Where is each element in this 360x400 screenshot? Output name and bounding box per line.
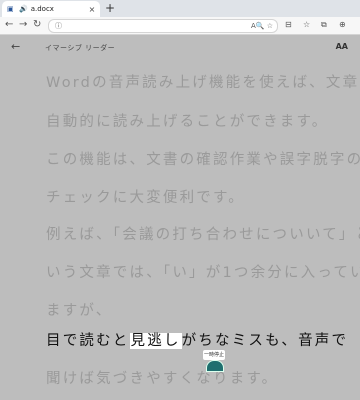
close-tab-icon[interactable]: × — [87, 5, 97, 14]
reader-line: 聞けば気づきやすくなります。 — [46, 371, 279, 387]
tab-strip: ▣ 🔊 a.docx × + — [0, 0, 360, 18]
reader-line: この機能は、文書の確認作業や誤字脱字の — [46, 152, 360, 168]
reader-line: チェックに大変便利です。 — [46, 190, 245, 206]
extensions-icon[interactable]: ⊕ — [339, 19, 346, 31]
tab-title: a.docx — [30, 5, 54, 13]
word-doc-icon: ▣ — [7, 5, 14, 13]
immersive-reader: ← イマーシブ リーダー AA Wordの音声読み上げ機能を使えば、文章を 自動… — [0, 35, 360, 400]
read-aloud-and-favorite-icons[interactable]: A🔍 ☆ — [251, 20, 273, 32]
back-button[interactable]: ← — [5, 19, 13, 31]
address-bar[interactable]: ⓘ A🔍 ☆ — [48, 19, 278, 33]
active-line-after: がちなミスも、音声で — [181, 333, 349, 349]
reader-line: 例えば、「会議の打ち合わせについいて」と — [46, 227, 360, 243]
favorites-icon[interactable]: ☆ — [303, 19, 310, 31]
collections-icon[interactable]: ⧉ — [321, 19, 327, 31]
reader-header: ← イマーシブ リーダー AA — [0, 35, 360, 61]
new-tab-button[interactable]: + — [105, 1, 115, 16]
highlighted-word: 見逃し — [129, 333, 182, 349]
text-preferences-icon[interactable]: AA — [336, 42, 348, 51]
reader-line: ますが、 — [46, 303, 113, 319]
reader-line: 自動的に読み上げることができます。 — [46, 114, 329, 130]
reader-back-button[interactable]: ← — [11, 40, 20, 53]
reader-title: イマーシブ リーダー — [45, 44, 116, 52]
reader-line: Wordの音声読み上げ機能を使えば、文章を — [46, 75, 360, 91]
audio-playing-icon[interactable]: 🔊 — [19, 5, 28, 13]
refresh-button[interactable]: ↻ — [33, 19, 41, 31]
navigation-bar: ← → ↻ ⓘ A🔍 ☆ ⊟ ☆ ⧉ ⊕ — [0, 17, 360, 35]
site-info-icon[interactable]: ⓘ — [55, 20, 62, 32]
split-screen-icon[interactable]: ⊟ — [285, 19, 292, 31]
pause-button[interactable] — [206, 360, 224, 372]
pause-tooltip: 一時停止 — [203, 350, 225, 360]
active-line-before: 目で読むと — [46, 333, 130, 349]
forward-button[interactable]: → — [19, 19, 27, 31]
reader-active-line: 目で読むと見逃しがちなミスも、音声で — [46, 329, 348, 350]
tab-document[interactable]: ▣ 🔊 a.docx × — [2, 1, 100, 17]
reader-line: いう文章では、「い」が1つ余分に入ってい — [46, 265, 360, 281]
